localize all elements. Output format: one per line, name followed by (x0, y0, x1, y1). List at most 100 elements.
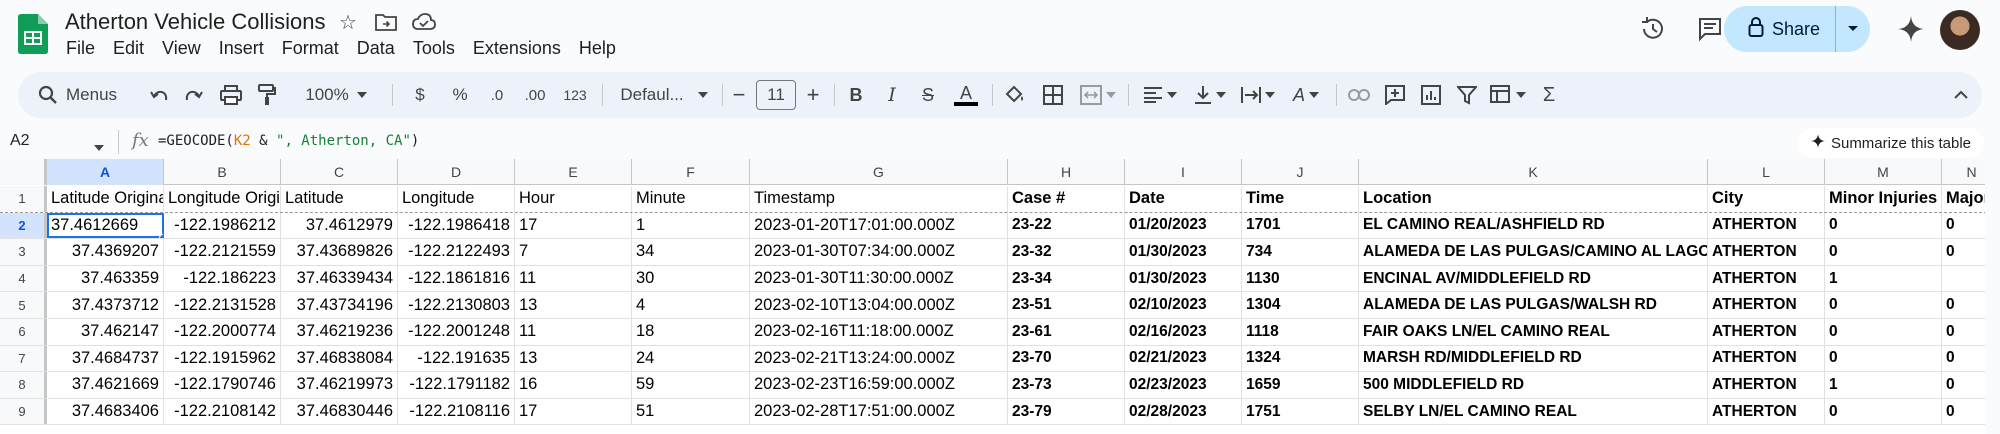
table-cell[interactable]: -122.1915962 (164, 345, 281, 372)
table-cell[interactable]: 37.4683406 (47, 398, 164, 425)
table-cell[interactable]: 37.4373712 (47, 292, 164, 318)
table-cell[interactable]: 02/21/2023 (1125, 345, 1242, 372)
table-cell[interactable]: 16 (515, 372, 632, 398)
table-cell[interactable]: -122.2001248 (398, 318, 515, 345)
table-cell[interactable]: SELBY LN/EL CAMINO REAL (1359, 398, 1708, 425)
table-cell[interactable]: 11 (515, 318, 632, 345)
table-cell[interactable]: -122.1790746 (164, 372, 281, 398)
table-cell[interactable]: 734 (1242, 239, 1359, 265)
borders-icon[interactable] (1040, 80, 1066, 110)
active-cell[interactable]: 37.4612669 (47, 212, 164, 239)
column-header-h[interactable]: H (1008, 159, 1125, 185)
table-cell[interactable]: 1701 (1242, 212, 1359, 239)
zoom-select[interactable]: 100% (298, 80, 374, 110)
table-cell[interactable]: 34 (632, 239, 750, 265)
percent-format-button[interactable]: % (446, 80, 474, 110)
table-cell[interactable]: 1 (1825, 265, 1942, 292)
undo-icon[interactable] (146, 80, 172, 110)
table-cell[interactable]: ATHERTON (1708, 292, 1825, 318)
row-header[interactable]: 6 (0, 318, 47, 345)
table-cell[interactable]: 0 (1825, 239, 1942, 265)
cloud-saved-icon[interactable] (412, 10, 436, 34)
table-cell[interactable]: 17 (515, 212, 632, 239)
menu-file[interactable]: File (57, 38, 104, 59)
table-cell[interactable]: -122.2121559 (164, 239, 281, 265)
name-box-chevron-down-icon[interactable] (94, 138, 104, 156)
header-cell[interactable]: Time (1242, 186, 1359, 212)
table-cell[interactable]: 11 (515, 265, 632, 292)
table-cell[interactable]: ATHERTON (1708, 212, 1825, 239)
search-menus-button[interactable]: Menus (32, 80, 142, 110)
row-header[interactable]: 4 (0, 265, 47, 292)
sheets-logo-icon[interactable] (18, 14, 48, 54)
table-cell[interactable]: 37.4612979 (281, 212, 398, 239)
menu-view[interactable]: View (153, 38, 210, 59)
table-cell[interactable]: -122.2130803 (398, 292, 515, 318)
table-cell[interactable]: 1 (632, 212, 750, 239)
row-header[interactable]: 8 (0, 372, 47, 398)
table-cell[interactable]: MARSH RD/MIDDLEFIELD RD (1359, 345, 1708, 372)
header-cell[interactable]: City (1708, 186, 1825, 212)
row-header[interactable]: 7 (0, 345, 47, 372)
table-cell[interactable]: 23-34 (1008, 265, 1125, 292)
font-size-input[interactable]: 11 (756, 80, 796, 110)
menu-tools[interactable]: Tools (404, 38, 464, 59)
table-cell[interactable]: ATHERTON (1708, 265, 1825, 292)
table-cell[interactable]: -122.1986418 (398, 212, 515, 239)
table-cell[interactable]: 37.46219236 (281, 318, 398, 345)
table-cell[interactable]: 23-79 (1008, 398, 1125, 425)
header-cell[interactable]: Major Injuries (1942, 186, 1985, 212)
functions-icon[interactable]: Σ (1536, 80, 1562, 110)
insert-link-icon[interactable] (1346, 80, 1372, 110)
table-cell[interactable]: -122.2122493 (398, 239, 515, 265)
column-header-f[interactable]: F (632, 159, 750, 185)
row-header[interactable]: 3 (0, 239, 47, 265)
table-cell[interactable]: FAIR OAKS LN/EL CAMINO REAL (1359, 318, 1708, 345)
table-cell[interactable]: 01/30/2023 (1125, 265, 1242, 292)
horizontal-align-icon[interactable] (1138, 80, 1182, 110)
table-cell[interactable]: 23-32 (1008, 239, 1125, 265)
header-cell[interactable]: Longitude Original (164, 186, 281, 212)
row-header[interactable]: 2 (0, 212, 47, 239)
column-header-a[interactable]: A (47, 159, 164, 185)
table-cell[interactable]: 23-51 (1008, 292, 1125, 318)
header-cell[interactable]: Longitude (398, 186, 515, 212)
table-cell[interactable]: 2023-02-16T11:18:00.000Z (750, 318, 1008, 345)
table-cell[interactable]: -122.191635 (398, 345, 515, 372)
table-cell[interactable]: 02/16/2023 (1125, 318, 1242, 345)
table-cell[interactable]: 0 (1825, 212, 1942, 239)
header-cell[interactable]: Location (1359, 186, 1708, 212)
table-cell[interactable]: 23-61 (1008, 318, 1125, 345)
table-cell[interactable]: 0 (1942, 213, 1985, 239)
collapse-toolbar-icon[interactable] (1948, 80, 1974, 110)
table-cell[interactable]: 2023-02-10T13:04:00.000Z (750, 292, 1008, 318)
table-cell[interactable]: 23-73 (1008, 372, 1125, 398)
table-cell[interactable]: 1324 (1242, 345, 1359, 372)
insert-comment-icon[interactable] (1382, 80, 1408, 110)
column-header-d[interactable]: D (398, 159, 515, 185)
table-cell[interactable]: ATHERTON (1708, 345, 1825, 372)
table-cell[interactable] (1942, 266, 1985, 292)
table-cell[interactable]: -122.2108116 (398, 398, 515, 425)
filter-views-icon[interactable] (1488, 80, 1528, 110)
table-cell[interactable]: -122.186223 (164, 265, 281, 292)
table-cell[interactable]: 37.463359 (47, 265, 164, 292)
table-cell[interactable]: -122.2108142 (164, 398, 281, 425)
bold-icon[interactable]: B (844, 80, 868, 110)
table-cell[interactable]: 37.43689826 (281, 239, 398, 265)
column-header-m[interactable]: M (1825, 159, 1942, 185)
table-cell[interactable]: 13 (515, 345, 632, 372)
table-cell[interactable]: 2023-01-20T17:01:00.000Z (750, 212, 1008, 239)
table-cell[interactable]: 0 (1942, 239, 1985, 265)
paint-format-icon[interactable] (254, 80, 280, 110)
table-cell[interactable]: 1118 (1242, 318, 1359, 345)
column-header-n[interactable]: N (1942, 159, 1985, 185)
column-header-l[interactable]: L (1708, 159, 1825, 185)
vertical-scrollbar[interactable] (1985, 159, 2000, 434)
name-box[interactable]: A2 (10, 132, 30, 150)
currency-format-button[interactable]: $ (406, 80, 434, 110)
menu-extensions[interactable]: Extensions (464, 38, 570, 59)
insert-chart-icon[interactable] (1418, 80, 1444, 110)
table-cell[interactable]: -122.2131528 (164, 292, 281, 318)
table-cell[interactable]: 2023-01-30T07:34:00.000Z (750, 239, 1008, 265)
